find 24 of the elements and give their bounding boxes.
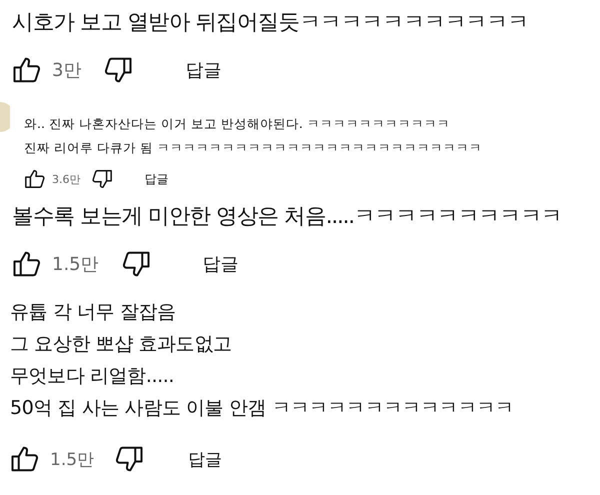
thumbs-up-icon[interactable] — [24, 168, 46, 190]
thumbs-down-icon[interactable] — [103, 55, 134, 85]
comment-text: 와.. 진짜 나혼자산다는 이거 보고 반성해야된다. ㅋㅋㅋㅋㅋㅋㅋㅋㅋㅋㅋ — [24, 115, 451, 133]
like-count: 3.6만 — [52, 172, 80, 186]
comment-text: 시호가 보고 열받아 뒤집어질듯ㅋㅋㅋㅋㅋㅋㅋㅋㅋㅋㅋ — [12, 9, 530, 37]
reply-button[interactable]: 답글 — [188, 448, 222, 470]
like-count: 3만 — [52, 59, 82, 82]
thumbs-down-icon[interactable] — [90, 168, 112, 190]
thumbs-up-icon[interactable] — [12, 55, 42, 85]
thumbs-down-icon[interactable] — [120, 249, 151, 279]
like-count: 1.5만 — [52, 253, 99, 276]
thumbs-up-icon[interactable] — [12, 249, 42, 279]
like-count: 1.5만 — [50, 448, 94, 470]
reply-button[interactable]: 답글 — [144, 170, 168, 188]
comment-text: 볼수록 보는게 미안한 영상은 처음.....ㅋㅋㅋㅋㅋㅋㅋㅋㅋㅋ — [12, 203, 563, 231]
thumbs-up-icon[interactable] — [10, 444, 40, 474]
reply-button[interactable]: 답글 — [202, 252, 239, 276]
reply-button[interactable]: 답글 — [185, 58, 222, 82]
thumbs-down-icon[interactable] — [114, 444, 144, 474]
comment-text: 무엇보다 리얼함..... — [10, 364, 176, 389]
comment-text: 50억 집 사는 사람도 이불 안갬 ㅋㅋㅋㅋㅋㅋㅋㅋㅋㅋㅋㅋㅋ — [10, 396, 515, 421]
comment-text: 진짜 리어루 다큐가 됨 ㅋㅋㅋㅋㅋㅋㅋㅋㅋㅋㅋㅋㅋㅋㅋㅋㅋㅋㅋㅋㅋㅋㅋㅋㅋ — [24, 139, 483, 157]
comment-text: 그 요상한 뽀샵 효과도없고 — [10, 332, 233, 357]
comment-text: 유튭 각 너무 잘잡음 — [10, 300, 177, 325]
